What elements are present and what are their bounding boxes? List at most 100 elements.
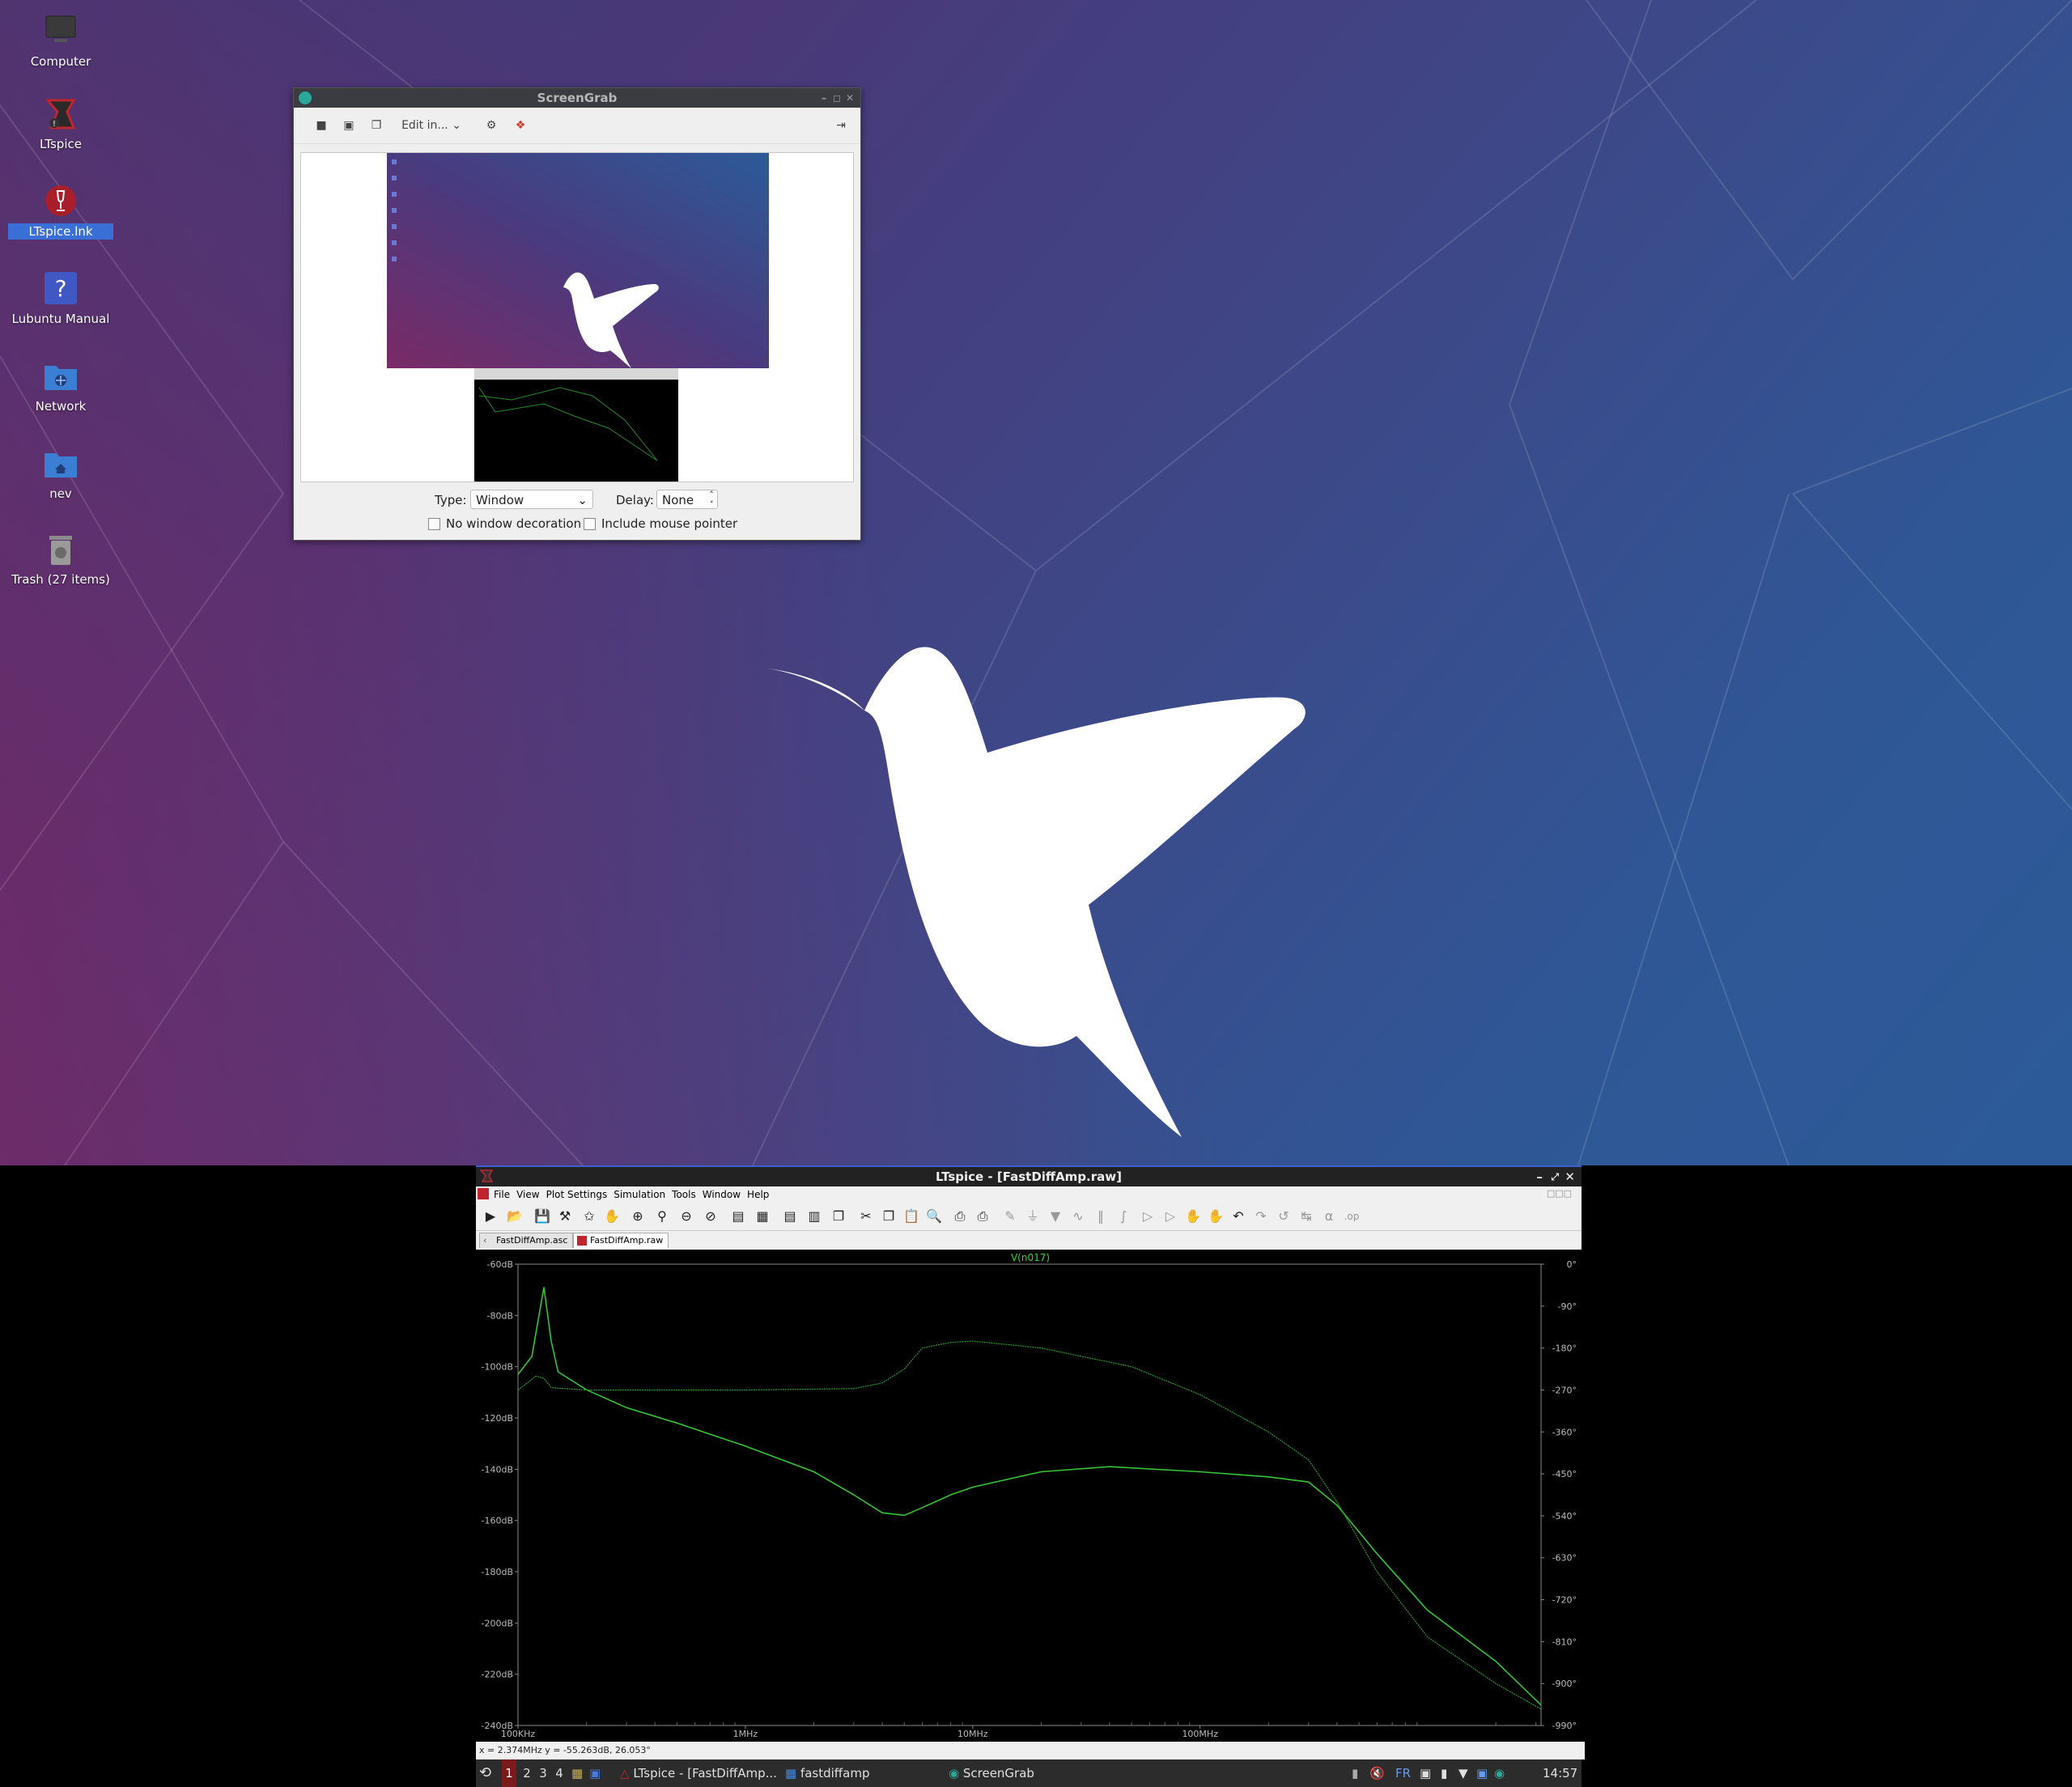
zoom-in-icon[interactable]: ⊕ bbox=[628, 1208, 648, 1225]
tile-vertical-icon[interactable]: ▥ bbox=[805, 1208, 824, 1225]
tile-horizontal-icon[interactable]: ▤ bbox=[780, 1208, 800, 1225]
delay-spinbox[interactable]: None ˄ ˅ bbox=[656, 490, 718, 510]
menu-tools[interactable]: Tools bbox=[672, 1189, 696, 1200]
cascade-icon[interactable]: ❐ bbox=[829, 1208, 848, 1225]
include-mouse-pointer-checkbox[interactable] bbox=[584, 518, 596, 530]
menu-help[interactable]: Help bbox=[747, 1189, 769, 1200]
maximize-icon[interactable]: ◻ bbox=[833, 88, 841, 108]
minimize-icon[interactable]: – bbox=[822, 88, 826, 108]
print-setup-icon[interactable]: ⎙ bbox=[973, 1208, 992, 1225]
settings-gear-icon[interactable]: ⚙ bbox=[483, 117, 499, 134]
screengrab-titlebar[interactable]: ScreenGrab – ◻ ✕ bbox=[294, 88, 860, 108]
new-screenshot-icon[interactable]: ■ bbox=[313, 117, 329, 134]
svg-text:?: ? bbox=[55, 275, 67, 302]
diode-icon[interactable]: ▷ bbox=[1138, 1208, 1157, 1225]
close-icon[interactable]: ✕ bbox=[1565, 1167, 1575, 1186]
probe-icon[interactable]: ✩ bbox=[580, 1208, 599, 1225]
menu-window[interactable]: Window bbox=[703, 1189, 741, 1200]
drag-icon[interactable]: ✋ bbox=[1206, 1208, 1225, 1225]
edit-in-button[interactable]: Edit in... ⌄ bbox=[399, 117, 464, 134]
y-tick-label: -60dB bbox=[487, 1259, 514, 1270]
notes-tray-icon[interactable]: ▣ bbox=[1420, 1759, 1431, 1787]
rotate-icon[interactable]: ↺ bbox=[1274, 1208, 1293, 1225]
menu-simulation[interactable]: Simulation bbox=[614, 1189, 665, 1200]
zoom-out-icon[interactable]: ⊖ bbox=[677, 1208, 696, 1225]
desktop-icon-network[interactable]: Network bbox=[8, 358, 113, 414]
desktop-icon-ltspice-lnk[interactable]: LTspice.lnk bbox=[8, 183, 113, 240]
ltspice-window[interactable]: LTspice - [FastDiffAmp.raw] – ⤢ ✕ File Vi… bbox=[476, 1165, 1585, 1759]
run-icon[interactable]: ▶ bbox=[481, 1208, 500, 1225]
label-net-icon[interactable]: ▼ bbox=[1046, 1208, 1065, 1225]
battery-icon[interactable]: ▮ bbox=[1441, 1759, 1447, 1787]
task-fastdiffamp[interactable]: ▦ fastdiffamp bbox=[785, 1759, 869, 1787]
control-panel-icon[interactable]: ⚒ bbox=[555, 1208, 575, 1225]
file-manager-launcher-icon[interactable]: ▦ bbox=[571, 1759, 586, 1787]
move-icon[interactable]: ✋ bbox=[1183, 1208, 1203, 1225]
copy-icon[interactable]: ❐ bbox=[368, 117, 384, 134]
zoom-fit-icon[interactable]: ⊘ bbox=[701, 1208, 720, 1225]
menu-plot-settings[interactable]: Plot Settings bbox=[546, 1189, 608, 1200]
desktop: Computer ! LTspice LTspice.lnk ? Lubuntu… bbox=[0, 0, 2072, 1165]
mirror-icon[interactable]: ↹ bbox=[1297, 1208, 1316, 1225]
find-icon[interactable]: 🔍 bbox=[924, 1208, 944, 1225]
clock[interactable]: 14:57 bbox=[1543, 1759, 1577, 1787]
updates-tray-icon[interactable]: ▣ bbox=[1476, 1759, 1488, 1787]
menu-file[interactable]: File bbox=[494, 1189, 510, 1200]
redo-icon[interactable]: ↷ bbox=[1251, 1208, 1271, 1225]
open-folder-icon[interactable]: 📂 bbox=[505, 1208, 524, 1225]
spice-directive-icon[interactable]: .op bbox=[1342, 1208, 1361, 1225]
capacitor-icon[interactable]: ‖ bbox=[1091, 1208, 1110, 1225]
screengrab-window[interactable]: ScreenGrab – ◻ ✕ ■ ▣ ❐ Edit in... ⌄ ⚙ ❖ … bbox=[293, 87, 861, 541]
task-ltspice[interactable]: △ LTspice - [FastDiffAmp... bbox=[620, 1759, 777, 1787]
no-window-decoration-checkbox[interactable] bbox=[428, 518, 440, 530]
undo-icon[interactable]: ↶ bbox=[1229, 1208, 1248, 1225]
desktop-icon-home[interactable]: nev bbox=[8, 445, 113, 502]
copy-icon[interactable]: ❐ bbox=[879, 1208, 898, 1225]
resistor-icon[interactable]: ∿ bbox=[1068, 1208, 1088, 1225]
about-icon[interactable]: ❖ bbox=[512, 117, 529, 134]
waveform-plot[interactable]: V(n017) 100KHz 1MHz 10MHz 100MHz -60dB -80dB… bbox=[476, 1250, 1582, 1742]
task-screengrab[interactable]: ◉ ScreenGrab bbox=[949, 1759, 1034, 1787]
type-select[interactable]: Window ⌄ bbox=[470, 490, 593, 509]
zoom-area-icon[interactable]: ⚲ bbox=[652, 1208, 672, 1225]
paste-icon[interactable]: 📋 bbox=[902, 1208, 921, 1225]
print-icon[interactable]: ⎙ bbox=[950, 1208, 970, 1225]
network-tray-icon[interactable]: ▼ bbox=[1458, 1759, 1468, 1787]
draw-wire-icon[interactable]: ✎ bbox=[1000, 1208, 1020, 1225]
mdi-window-controls[interactable]: □□□ bbox=[1547, 1188, 1572, 1199]
cut-icon[interactable]: ✂ bbox=[856, 1208, 876, 1225]
pan-hand-icon[interactable]: ✋ bbox=[602, 1208, 622, 1225]
workspace-1[interactable]: 1 bbox=[502, 1759, 516, 1787]
minimize-icon[interactable]: – bbox=[1537, 1167, 1543, 1186]
save-icon[interactable]: ▣ bbox=[341, 117, 357, 134]
desktop-icon-lubuntu-manual[interactable]: ? Lubuntu Manual bbox=[8, 270, 113, 327]
ltspice-titlebar[interactable]: LTspice - [FastDiffAmp.raw] – ⤢ ✕ bbox=[476, 1165, 1582, 1186]
screengrab-tray-icon[interactable]: ◉ bbox=[1494, 1759, 1505, 1787]
desktop-icon-computer[interactable]: Computer bbox=[8, 13, 113, 70]
browser-launcher-icon[interactable]: ▣ bbox=[589, 1759, 604, 1787]
save-icon[interactable]: 💾 bbox=[533, 1208, 552, 1225]
volume-muted-icon[interactable]: 🔇 bbox=[1369, 1759, 1385, 1787]
inductor-icon[interactable]: ∫ bbox=[1114, 1208, 1133, 1225]
start-menu-icon[interactable]: ⟲ bbox=[479, 1759, 500, 1787]
exit-icon[interactable]: ⇥ bbox=[833, 117, 849, 134]
menu-view[interactable]: View bbox=[516, 1189, 539, 1200]
workspace-3[interactable]: 3 bbox=[536, 1759, 550, 1787]
workspace-4[interactable]: 4 bbox=[552, 1759, 567, 1787]
grid-icon[interactable]: ▦ bbox=[753, 1208, 772, 1225]
tab-fastdiffamp-asc[interactable]: ‹ FastDiffAmp.asc bbox=[479, 1233, 574, 1248]
trace-name[interactable]: V(n017) bbox=[1011, 1252, 1050, 1263]
clipboard-tray-icon[interactable]: ▮ bbox=[1352, 1759, 1358, 1787]
bode-plot-svg[interactable]: V(n017) 100KHz 1MHz 10MHz 100MHz -60dB-80dB… bbox=[476, 1250, 1582, 1742]
restore-icon[interactable]: ⤢ bbox=[1551, 1167, 1559, 1186]
close-icon[interactable]: ✕ bbox=[846, 88, 854, 108]
keyboard-layout[interactable]: FR bbox=[1395, 1759, 1411, 1787]
desktop-icon-ltspice[interactable]: ! LTspice bbox=[8, 96, 113, 152]
autorange-icon[interactable]: ▤ bbox=[728, 1208, 748, 1225]
text-icon[interactable]: α bbox=[1319, 1208, 1339, 1225]
ground-icon[interactable]: ⏚ bbox=[1023, 1208, 1042, 1225]
tab-fastdiffamp-raw[interactable]: FastDiffAmp.raw bbox=[573, 1233, 669, 1248]
component-icon[interactable]: ▷ bbox=[1161, 1208, 1180, 1225]
workspace-2[interactable]: 2 bbox=[520, 1759, 534, 1787]
desktop-icon-trash[interactable]: Trash (27 items) bbox=[8, 531, 113, 588]
